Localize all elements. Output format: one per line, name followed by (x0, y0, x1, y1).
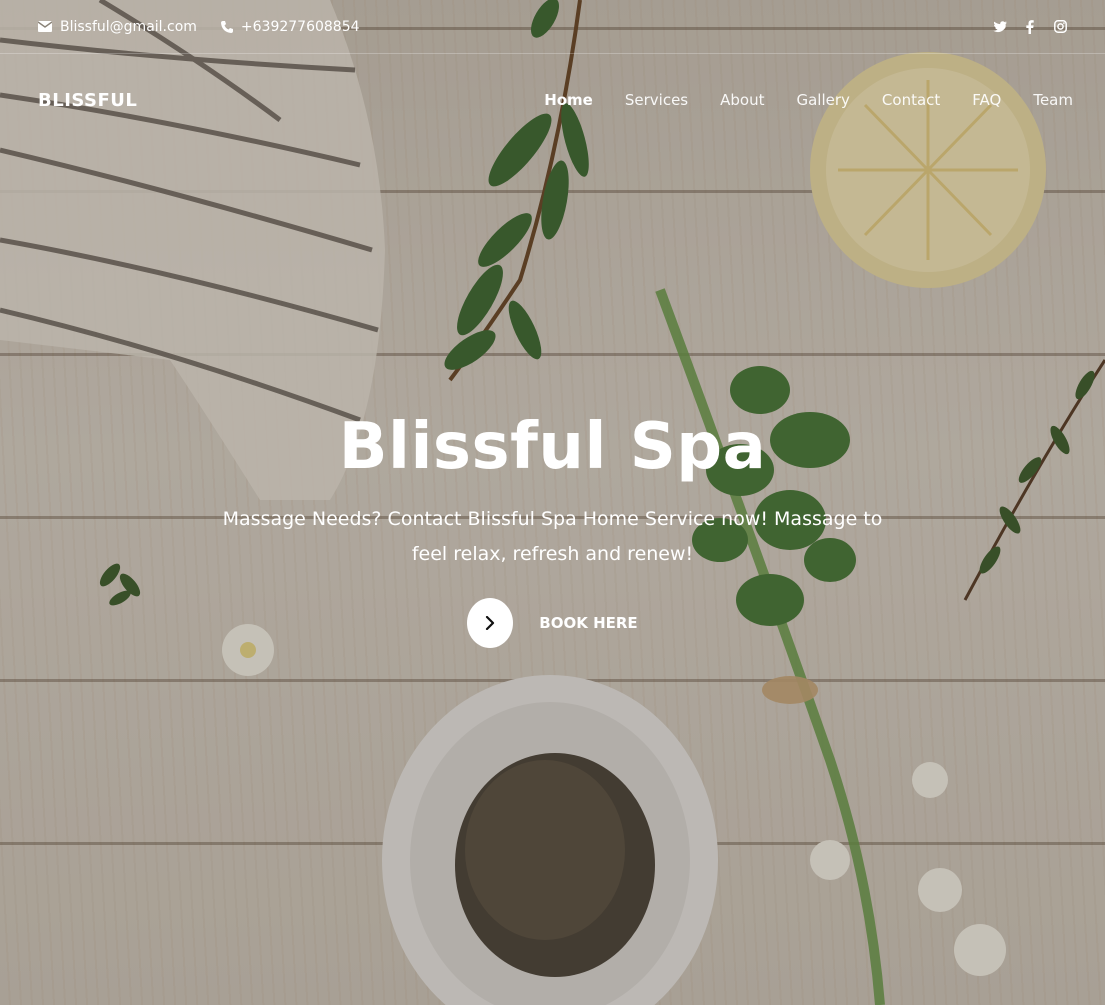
chevron-right-icon (486, 616, 495, 630)
top-contact-bar: Blissful@gmail.com +639277608854 (0, 0, 1105, 54)
nav-item-services[interactable]: Services (625, 91, 688, 109)
phone-contact[interactable]: +639277608854 (220, 19, 360, 35)
email-contact[interactable]: Blissful@gmail.com (38, 19, 197, 35)
email-text[interactable]: Blissful@gmail.com (60, 19, 197, 35)
hero-section: Blissful@gmail.com +639277608854 BLISSFU… (0, 0, 1105, 1005)
hero-title: Blissful Spa (338, 410, 767, 484)
social-links (993, 19, 1067, 34)
book-here-label[interactable]: BOOK HERE (539, 614, 637, 632)
instagram-icon[interactable] (1053, 20, 1067, 34)
brand-logo[interactable]: BLISSFUL (38, 90, 137, 111)
nav-item-team[interactable]: Team (1033, 91, 1073, 109)
nav-item-home[interactable]: Home (544, 91, 593, 109)
phone-icon (220, 20, 233, 33)
hero-subtitle: Massage Needs? Contact Blissful Spa Home… (222, 508, 883, 565)
phone-text[interactable]: +639277608854 (241, 19, 360, 35)
main-navbar: BLISSFUL Home Services About Gallery Con… (0, 80, 1105, 120)
nav-menu: Home Services About Gallery Contact FAQ … (544, 91, 1073, 109)
book-here-button[interactable]: BOOK HERE (467, 598, 638, 648)
twitter-icon[interactable] (993, 20, 1007, 34)
nav-item-gallery[interactable]: Gallery (796, 91, 849, 109)
nav-item-contact[interactable]: Contact (882, 91, 940, 109)
nav-item-faq[interactable]: FAQ (972, 91, 1001, 109)
nav-item-about[interactable]: About (720, 91, 764, 109)
envelope-icon (38, 21, 52, 32)
cta-circle-button[interactable] (467, 598, 514, 648)
facebook-icon[interactable] (1023, 19, 1037, 34)
hero-content: Blissful Spa Massage Needs? Contact Blis… (0, 410, 1105, 648)
